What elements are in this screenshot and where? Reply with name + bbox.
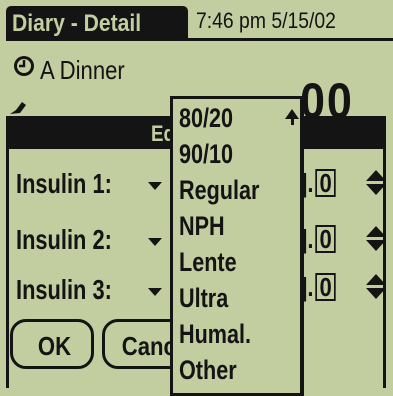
amount-digit[interactable]: 0: [315, 273, 337, 301]
clock-icon[interactable]: [13, 55, 35, 77]
list-item[interactable]: NPH: [179, 211, 225, 242]
insulin-type-popup-list: 80/20 90/10 Regular NPH Lente Ultra Huma…: [170, 96, 304, 396]
pencil-icon[interactable]: [8, 100, 32, 116]
list-item[interactable]: Other: [179, 355, 237, 386]
title-tab[interactable]: Diary - Detail: [6, 6, 188, 40]
list-item[interactable]: Lente: [179, 247, 237, 278]
amount-digit[interactable]: 0: [315, 225, 337, 253]
insulin-1-amount[interactable]: ]. 0: [300, 168, 337, 199]
up-down-stepper-icon[interactable]: [366, 274, 388, 299]
insulin-2-amount[interactable]: ]. 0: [300, 224, 337, 255]
insulin-2-label[interactable]: Insulin 2:: [16, 224, 112, 256]
insulin-1-label[interactable]: Insulin 1:: [16, 168, 112, 200]
list-item[interactable]: 90/10: [179, 139, 233, 170]
ok-label: OK: [37, 331, 72, 361]
list-item[interactable]: Ultra: [179, 283, 228, 314]
insulin-3-amount[interactable]: ]. 0: [300, 272, 337, 303]
list-item[interactable]: Regular: [179, 175, 259, 206]
insulin-3-label[interactable]: Insulin 3:: [16, 274, 112, 306]
header-datetime: 7:46 pm 5/15/02: [196, 8, 336, 33]
record-name[interactable]: A Dinner: [40, 55, 125, 86]
title-underline: [6, 38, 393, 41]
cancel-label: Canc: [121, 331, 176, 361]
dropdown-arrow-icon[interactable]: [148, 238, 162, 246]
list-item[interactable]: Humal.: [179, 319, 251, 350]
up-down-stepper-icon[interactable]: [366, 170, 388, 195]
scroll-up-arrow-icon[interactable]: [285, 109, 299, 125]
amount-digit[interactable]: 0: [315, 169, 337, 197]
ok-button[interactable]: OK: [10, 319, 94, 369]
list-item[interactable]: 80/20: [179, 103, 233, 134]
dropdown-arrow-icon[interactable]: [148, 288, 162, 296]
up-down-stepper-icon[interactable]: [366, 226, 388, 251]
app-title: Diary - Detail: [12, 10, 142, 37]
dropdown-arrow-icon[interactable]: [148, 182, 162, 190]
